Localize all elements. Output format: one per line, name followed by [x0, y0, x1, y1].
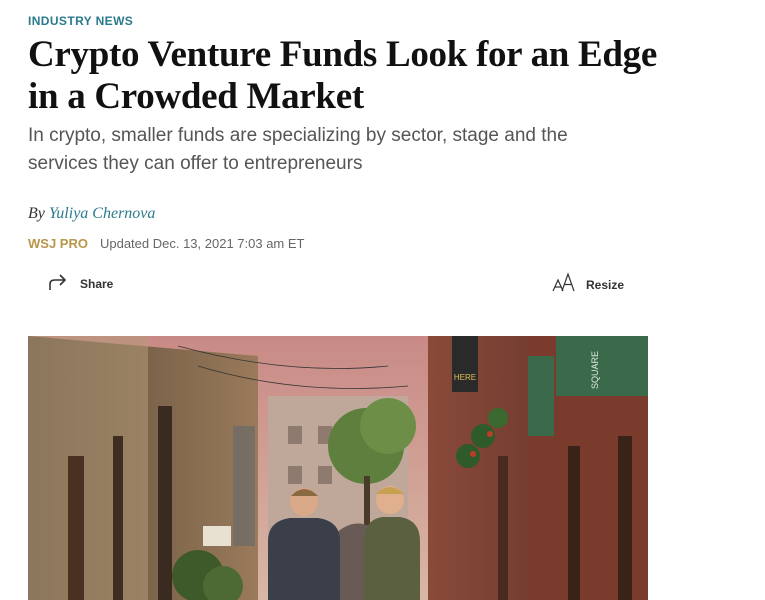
text-size-icon — [552, 272, 576, 297]
article-hero-image: HERE SQUARE — [28, 336, 648, 600]
updated-timestamp: Updated Dec. 13, 2021 7:03 am ET — [99, 236, 305, 251]
share-label: Share — [80, 276, 114, 291]
resize-button[interactable]: Resize — [552, 272, 624, 297]
article-headline: Crypto Venture Funds Look for an Edge in… — [28, 34, 657, 117]
share-icon — [48, 272, 80, 295]
author-link[interactable]: Yuliya Chernova — [49, 205, 156, 222]
green-sign-text: SQUARE — [590, 351, 600, 389]
byline: By Yuliya Chernova — [28, 205, 155, 223]
sign-text: HERE — [454, 373, 476, 382]
byline-prefix: By — [28, 205, 45, 222]
source-label[interactable]: WSJ PRO — [28, 236, 88, 251]
section-kicker[interactable]: INDUSTRY NEWS — [28, 14, 133, 28]
resize-label: Resize — [586, 277, 625, 292]
article-dek: In crypto, smaller funds are specializin… — [28, 125, 568, 174]
article-meta: WSJ PRO Updated Dec. 13, 2021 7:03 am ET — [28, 236, 304, 251]
share-button[interactable]: Share — [48, 272, 113, 295]
